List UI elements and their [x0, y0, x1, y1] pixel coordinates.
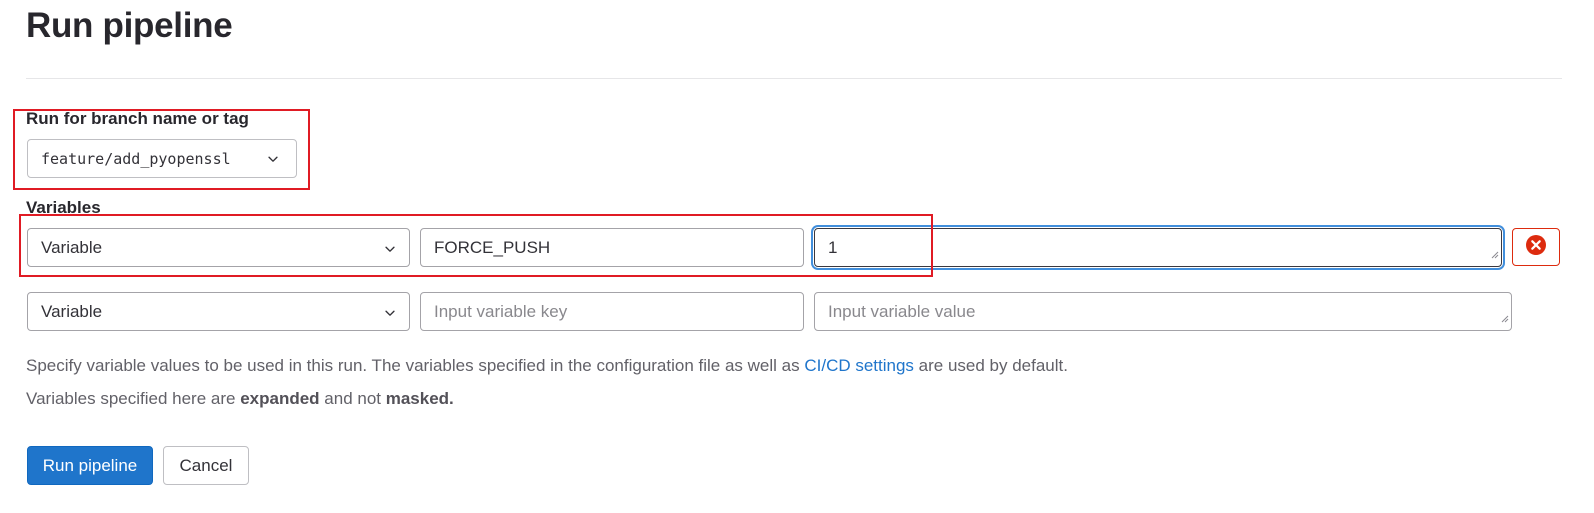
- variable-value-input[interactable]: Input variable value: [814, 292, 1512, 331]
- cancel-button[interactable]: Cancel: [163, 446, 249, 485]
- variable-value-text: 1: [828, 237, 838, 257]
- variable-key-input[interactable]: Input variable key: [420, 292, 804, 331]
- remove-variable-button[interactable]: [1512, 228, 1560, 266]
- chevron-down-icon: [266, 152, 280, 170]
- help-text: Variables specified here are: [26, 389, 241, 408]
- chevron-down-icon: [383, 241, 397, 261]
- variables-label: Variables: [26, 198, 101, 217]
- masked-emphasis: masked.: [385, 389, 454, 408]
- expanded-emphasis: expanded: [240, 389, 320, 408]
- variables-expansion-note: Variables specified here are expanded an…: [26, 389, 454, 409]
- run-pipeline-button[interactable]: Run pipeline: [27, 446, 153, 485]
- resize-grip-icon[interactable]: [1489, 244, 1499, 264]
- variable-value-input[interactable]: 1: [814, 228, 1502, 267]
- variable-key-input[interactable]: FORCE_PUSH: [420, 228, 804, 267]
- variable-type-value: Variable: [41, 301, 103, 321]
- ref-value: feature/add_pyopenssl: [41, 149, 231, 168]
- variable-type-select[interactable]: Variable: [27, 292, 410, 331]
- resize-grip-icon[interactable]: [1499, 308, 1509, 328]
- title-divider: [26, 78, 1562, 79]
- help-text: Specify variable values to be used in th…: [26, 356, 805, 375]
- variable-key-value: FORCE_PUSH: [434, 237, 551, 257]
- ref-label: Run for branch name or tag: [26, 109, 249, 128]
- variables-help-text: Specify variable values to be used in th…: [26, 356, 1068, 376]
- run-pipeline-page: Run pipeline Run for branch name or tag …: [0, 0, 1594, 513]
- chevron-down-icon: [383, 305, 397, 325]
- help-text: and not: [319, 389, 386, 408]
- variable-key-placeholder: Input variable key: [434, 301, 568, 321]
- page-title: Run pipeline: [26, 6, 233, 45]
- variable-value-placeholder: Input variable value: [828, 301, 976, 321]
- variable-type-select[interactable]: Variable: [27, 228, 410, 267]
- ref-dropdown[interactable]: feature/add_pyopenssl: [27, 139, 297, 178]
- help-text: are used by default.: [913, 356, 1068, 375]
- variable-type-value: Variable: [41, 237, 103, 257]
- ci-cd-settings-link[interactable]: CI/CD settings: [804, 356, 914, 375]
- remove-circle-icon: [1525, 234, 1547, 261]
